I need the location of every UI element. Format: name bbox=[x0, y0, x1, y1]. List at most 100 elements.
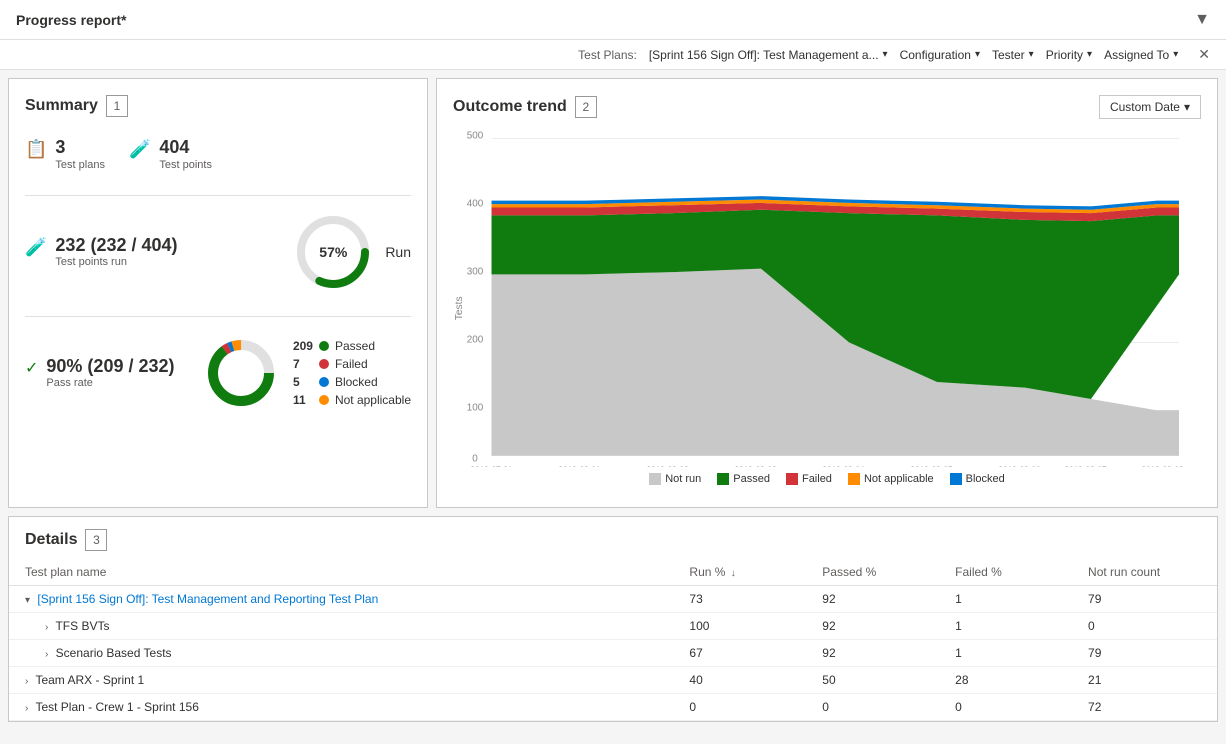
outcome-header: Outcome trend 2 Custom Date ▾ bbox=[453, 95, 1201, 119]
assigned-to-chevron: ▾ bbox=[1173, 49, 1178, 60]
legend-not-run: Not run bbox=[649, 473, 701, 485]
collapse-icon[interactable]: ▾ bbox=[25, 595, 30, 606]
blocked-swatch bbox=[950, 473, 962, 485]
row-run-bvts: 100 bbox=[673, 613, 806, 640]
not-applicable-count: 11 bbox=[293, 393, 313, 407]
test-plans-filter[interactable]: [Sprint 156 Sign Off]: Test Management a… bbox=[649, 48, 888, 62]
configuration-chevron: ▾ bbox=[975, 49, 980, 60]
test-plans-chevron: ▾ bbox=[883, 49, 888, 60]
outcome-title: Outcome trend bbox=[453, 98, 567, 116]
legend-failed-trend: Failed bbox=[786, 473, 832, 485]
row-failed-arx: 28 bbox=[939, 667, 1072, 694]
test-points-run-icon: 🧪 bbox=[25, 237, 47, 258]
row-name-arx: › Team ARX - Sprint 1 bbox=[9, 667, 673, 694]
details-table: Test plan name Run % ↓ Passed % Failed %… bbox=[9, 559, 1217, 721]
custom-date-button[interactable]: Custom Date ▾ bbox=[1099, 95, 1201, 119]
svg-text:2019-08-06: 2019-08-06 bbox=[998, 465, 1040, 467]
pass-donut-container: 209 Passed 7 Failed 5 Blocked bbox=[201, 333, 411, 413]
row-notrun-scenario: 79 bbox=[1072, 640, 1217, 667]
run-row: 🧪 232 (232 / 404) Test points run bbox=[25, 212, 411, 292]
failed-label: Failed bbox=[335, 357, 368, 371]
table-row: › Scenario Based Tests 67 92 1 79 bbox=[9, 640, 1217, 667]
svg-text:2019-08-03: 2019-08-03 bbox=[734, 465, 776, 467]
priority-filter[interactable]: Priority ▾ bbox=[1046, 48, 1092, 62]
outcome-trend-panel: Outcome trend 2 Custom Date ▾ 500 400 30… bbox=[436, 78, 1218, 508]
row-run-crew1: 0 bbox=[673, 694, 806, 721]
col-header-passed: Passed % bbox=[806, 559, 939, 586]
legend-not-applicable-trend: Not applicable bbox=[848, 473, 934, 485]
svg-text:500: 500 bbox=[467, 130, 484, 141]
row-failed-parent: 1 bbox=[939, 586, 1072, 613]
col-header-name: Test plan name bbox=[9, 559, 673, 586]
expand-icon-scenario[interactable]: › bbox=[45, 649, 48, 660]
pass-row: ✓ 90% (209 / 232) Pass rate bbox=[25, 333, 411, 413]
outcome-title-group: Outcome trend 2 bbox=[453, 96, 597, 118]
test-points-count: 404 bbox=[159, 137, 212, 159]
summary-number: 1 bbox=[106, 95, 128, 117]
custom-date-chevron: ▾ bbox=[1184, 100, 1190, 114]
svg-text:2019-07-31: 2019-07-31 bbox=[470, 465, 512, 467]
not-run-swatch bbox=[649, 473, 661, 485]
test-plans-label-stat: Test plans bbox=[55, 159, 105, 171]
test-points-run-label: Test points run bbox=[55, 256, 177, 268]
summary-panel: Summary 1 📋 3 Test plans 🧪 404 Test poin bbox=[8, 78, 428, 508]
run-sort-icon[interactable]: ↓ bbox=[731, 568, 736, 579]
details-panel: Details 3 Test plan name Run % ↓ Passed … bbox=[8, 516, 1218, 722]
summary-title: Summary bbox=[25, 97, 98, 115]
table-row: › Team ARX - Sprint 1 40 50 28 21 bbox=[9, 667, 1217, 694]
details-title: Details bbox=[25, 531, 77, 549]
legend-passed-trend: Passed bbox=[717, 473, 770, 485]
test-plans-stat: 📋 3 Test plans bbox=[25, 137, 105, 171]
test-plans-label: Test Plans: bbox=[578, 48, 637, 62]
legend-blocked-trend: Blocked bbox=[950, 473, 1005, 485]
expand-icon-bvts[interactable]: › bbox=[45, 622, 48, 633]
row-name-bvts: › TFS BVTs bbox=[9, 613, 673, 640]
row-passed-arx: 50 bbox=[806, 667, 939, 694]
test-plans-icon: 📋 bbox=[25, 139, 47, 160]
table-row: › Test Plan - Crew 1 - Sprint 156 0 0 0 … bbox=[9, 694, 1217, 721]
svg-text:2019-08-01: 2019-08-01 bbox=[558, 465, 600, 467]
filter-bar: Test Plans: [Sprint 156 Sign Off]: Test … bbox=[0, 40, 1226, 70]
svg-text:2019-08-05: 2019-08-05 bbox=[910, 465, 952, 467]
details-table-body: ▾ [Sprint 156 Sign Off]: Test Management… bbox=[9, 586, 1217, 721]
row-name-crew1: › Test Plan - Crew 1 - Sprint 156 bbox=[9, 694, 673, 721]
global-filter-icon[interactable]: ▼ bbox=[1194, 11, 1210, 29]
table-row: › TFS BVTs 100 92 1 0 bbox=[9, 613, 1217, 640]
test-points-stat: 🧪 404 Test points bbox=[129, 137, 212, 171]
summary-row-1: 📋 3 Test plans 🧪 404 Test points bbox=[25, 137, 411, 171]
expand-icon-crew1[interactable]: › bbox=[25, 703, 28, 714]
pass-donut-chart bbox=[201, 333, 281, 413]
row-notrun-parent: 79 bbox=[1072, 586, 1217, 613]
svg-text:2019-08-02: 2019-08-02 bbox=[646, 465, 688, 467]
row-passed-scenario: 92 bbox=[806, 640, 939, 667]
details-number: 3 bbox=[85, 529, 107, 551]
test-points-run-count: 232 (232 / 404) bbox=[55, 235, 177, 257]
failed-count: 7 bbox=[293, 357, 313, 371]
test-points-run-stat: 🧪 232 (232 / 404) Test points run bbox=[25, 235, 273, 269]
custom-date-label: Custom Date bbox=[1110, 100, 1180, 114]
assigned-to-filter[interactable]: Assigned To ▾ bbox=[1104, 48, 1178, 62]
row-failed-scenario: 1 bbox=[939, 640, 1072, 667]
tester-filter[interactable]: Tester ▾ bbox=[992, 48, 1034, 62]
row-run-parent: 73 bbox=[673, 586, 806, 613]
blocked-label: Blocked bbox=[335, 375, 378, 389]
expand-icon-arx[interactable]: › bbox=[25, 676, 28, 687]
row-notrun-arx: 21 bbox=[1072, 667, 1217, 694]
passed-swatch bbox=[717, 473, 729, 485]
priority-label: Priority bbox=[1046, 48, 1083, 62]
row-name-scenario: › Scenario Based Tests bbox=[9, 640, 673, 667]
failed-dot bbox=[319, 359, 329, 369]
chart-legend: Not run Passed Failed Not applicable Blo… bbox=[453, 473, 1201, 485]
page-title: Progress report* bbox=[16, 12, 126, 28]
col-header-failed: Failed % bbox=[939, 559, 1072, 586]
run-text-label: Run bbox=[385, 244, 411, 260]
blocked-dot bbox=[319, 377, 329, 387]
pass-legend: 209 Passed 7 Failed 5 Blocked bbox=[293, 339, 411, 407]
configuration-filter[interactable]: Configuration ▾ bbox=[900, 48, 980, 62]
test-plans-value: [Sprint 156 Sign Off]: Test Management a… bbox=[649, 48, 879, 62]
row-run-arx: 40 bbox=[673, 667, 806, 694]
filter-close-button[interactable]: ✕ bbox=[1198, 46, 1210, 63]
legend-failed: 7 Failed bbox=[293, 357, 411, 371]
table-header-row: Test plan name Run % ↓ Passed % Failed %… bbox=[9, 559, 1217, 586]
passed-label: Passed bbox=[335, 339, 375, 353]
